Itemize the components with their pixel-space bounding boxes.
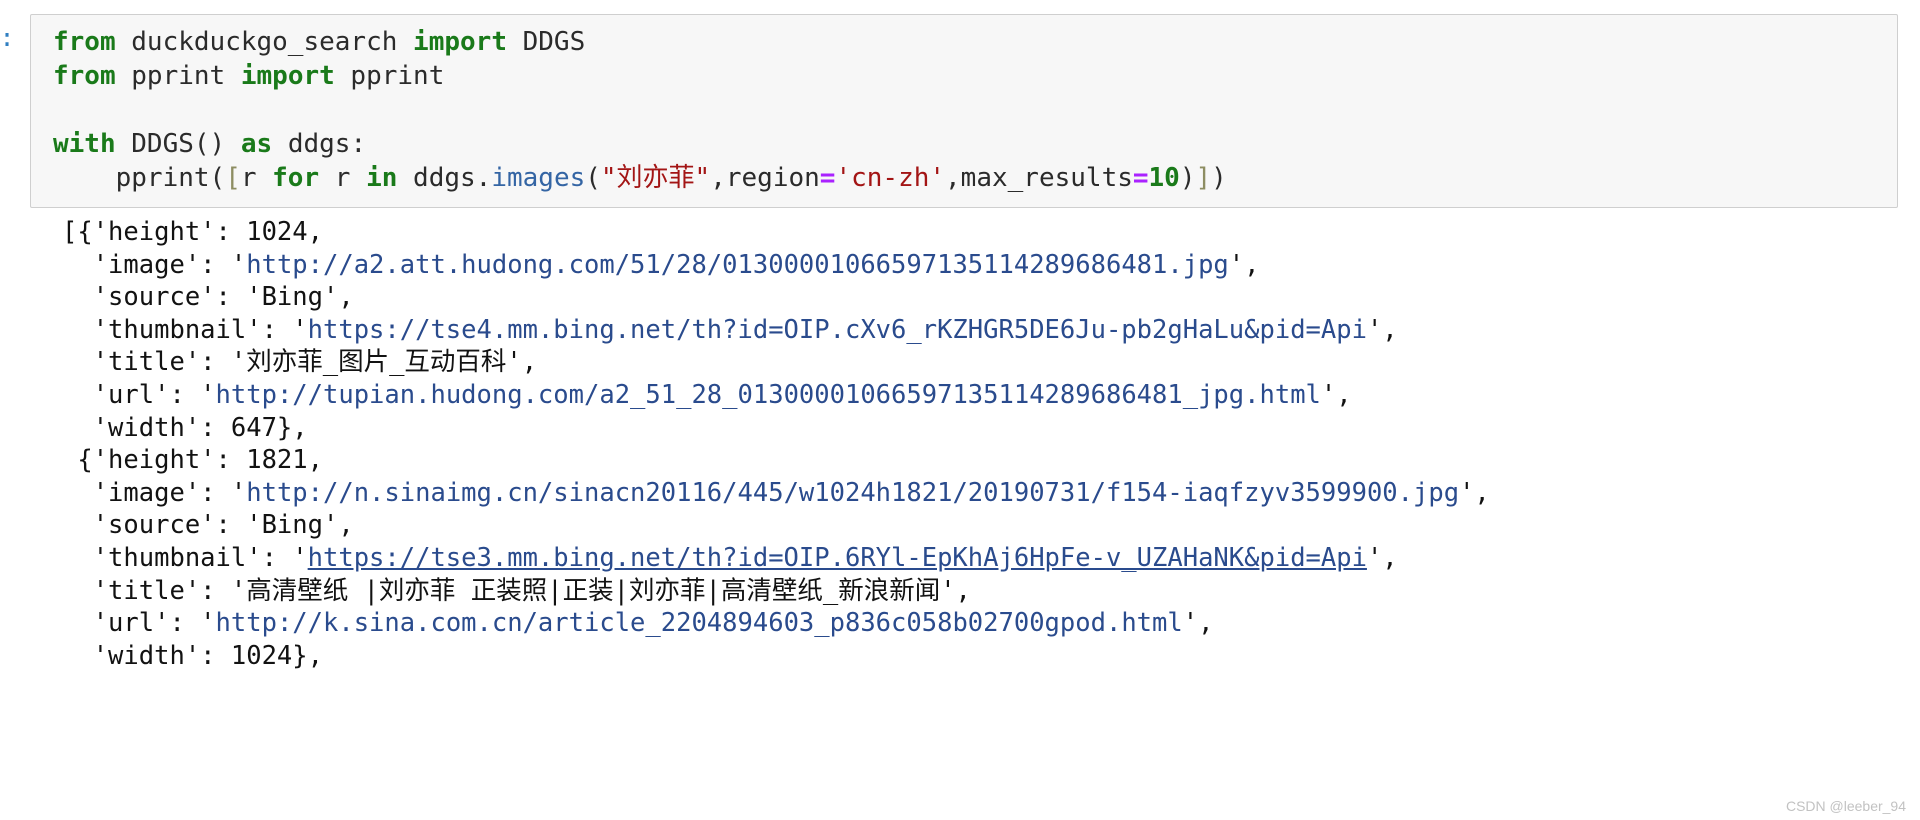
output-text: ', [1366, 314, 1398, 345]
code-token: duckduckgo_search [115, 27, 414, 57]
code-token: import [413, 27, 507, 57]
output-text: ', [1320, 379, 1352, 410]
code-token: pprint( [53, 163, 226, 193]
code-line[interactable]: with DDGS() as ddgs: [31, 127, 1897, 161]
output-line: 'url': 'http://k.sina.com.cn/article_220… [62, 607, 1920, 640]
code-token: ddgs. [397, 163, 492, 193]
code-token: as [240, 129, 273, 159]
output-line: 'width': 647}, [62, 412, 1920, 445]
code-token: ) [1211, 163, 1227, 193]
output-text: 'thumbnail': ' [62, 314, 308, 345]
code-token: = [1132, 163, 1149, 193]
output-line: 'title': '刘亦菲_图片_互动百科', [62, 346, 1920, 379]
output-url-link[interactable]: https://tse4.mm.bing.net/th?id=OIP.cXv6_… [308, 315, 1367, 345]
output-text: 'width': 1024}, [62, 640, 323, 671]
code-token: images [491, 163, 586, 193]
output-text: ', [1366, 542, 1398, 573]
output-text: 'thumbnail': ' [62, 542, 308, 573]
code-token: pprint [115, 61, 241, 91]
cell-output-area: [{'height': 1024, 'image': 'http://a2.at… [52, 216, 1920, 672]
code-line[interactable]: from duckduckgo_search import DDGS [31, 25, 1897, 59]
output-text: ', [1228, 249, 1260, 280]
output-text: 'title': '高清壁纸 |刘亦菲 正装照|正装|刘亦菲|高清壁纸_新浪新闻… [62, 575, 971, 606]
output-text: 'source': 'Bing', [62, 282, 354, 313]
output-line: 'url': 'http://tupian.hudong.com/a2_51_2… [62, 379, 1920, 412]
output-line: 'source': 'Bing', [62, 509, 1920, 542]
output-line: [{'height': 1024, [62, 216, 1920, 249]
output-line: 'image': 'http://a2.att.hudong.com/51/28… [62, 249, 1920, 282]
notebook-cell-screenshot: ]: from duckduckgo_search import DDGSfro… [0, 0, 1920, 820]
code-token: 'cn-zh' [835, 163, 946, 193]
code-token: DDGS() [115, 129, 241, 159]
code-line[interactable] [31, 93, 1897, 127]
output-text: 'image': ' [62, 477, 247, 508]
code-token: ,max_results [945, 163, 1133, 193]
code-token: "刘亦菲" [600, 163, 711, 193]
code-line[interactable]: from pprint import pprint [31, 59, 1897, 93]
output-text: 'image': ' [62, 249, 247, 280]
output-line: {'height': 1821, [62, 444, 1920, 477]
code-cell[interactable]: ]: from duckduckgo_search import DDGSfro… [0, 0, 1920, 208]
code-token: 10 [1148, 163, 1180, 193]
code-token: [ [225, 163, 241, 193]
csdn-watermark: CSDN @leeber_94 [1785, 798, 1906, 814]
code-token: from [53, 61, 116, 91]
output-line: 'title': '高清壁纸 |刘亦菲 正装照|正装|刘亦菲|高清壁纸_新浪新闻… [62, 575, 1920, 608]
code-token: for [272, 163, 320, 193]
code-token: r [240, 163, 273, 193]
output-text: ', [1459, 477, 1490, 508]
output-line: 'thumbnail': 'https://tse4.mm.bing.net/t… [62, 314, 1920, 347]
code-editor[interactable]: from duckduckgo_search import DDGS from p… [30, 14, 1898, 208]
output-line: 'width': 1024}, [62, 640, 1920, 673]
output-line: 'thumbnail': 'https://tse3.mm.bing.net/t… [62, 542, 1920, 575]
output-text: [{'height': 1024, [62, 217, 323, 247]
code-token: from [53, 27, 116, 57]
output-text: 'url': ' [62, 379, 216, 410]
output-url-link[interactable]: http://n.sinaimg.cn/sinacn20116/445/w102… [246, 478, 1459, 508]
output-text: 'title': '刘亦菲_图片_互动百科', [62, 347, 538, 378]
output-url-link[interactable]: https://tse3.mm.bing.net/th?id=OIP.6RYl-… [308, 543, 1367, 573]
code-token: r [319, 163, 367, 193]
code-token: ddgs: [272, 129, 367, 159]
code-token: in [366, 163, 398, 193]
output-url-link[interactable]: http://tupian.hudong.com/a2_51_28_013000… [216, 380, 1321, 410]
output-line: 'source': 'Bing', [62, 281, 1920, 314]
output-text: 'url': ' [62, 608, 216, 639]
code-token: ) [1179, 163, 1196, 193]
cell-prompt-label: ]: [0, 23, 15, 52]
output-text: 'source': 'Bing', [62, 510, 354, 541]
code-token: DDGS [506, 27, 586, 57]
output-text: ', [1182, 608, 1214, 639]
code-token: with [53, 129, 116, 159]
output-text: {'height': 1821, [62, 445, 323, 476]
code-token: pprint [334, 61, 445, 91]
code-line[interactable]: pprint([r for r in ddgs.images("刘亦菲",reg… [31, 161, 1897, 195]
output-line: 'image': 'http://n.sinaimg.cn/sinacn2011… [62, 477, 1920, 510]
code-token: import [240, 61, 335, 91]
output-url-link[interactable]: http://a2.att.hudong.com/51/28/013000010… [246, 250, 1229, 280]
output-url-link[interactable]: http://k.sina.com.cn/article_2204894603_… [216, 608, 1183, 638]
output-text: 'width': 647}, [62, 412, 308, 443]
code-token: = [819, 163, 836, 193]
code-token: ,region [710, 163, 820, 193]
code-token: ] [1195, 163, 1212, 193]
code-token: ( [585, 163, 601, 193]
